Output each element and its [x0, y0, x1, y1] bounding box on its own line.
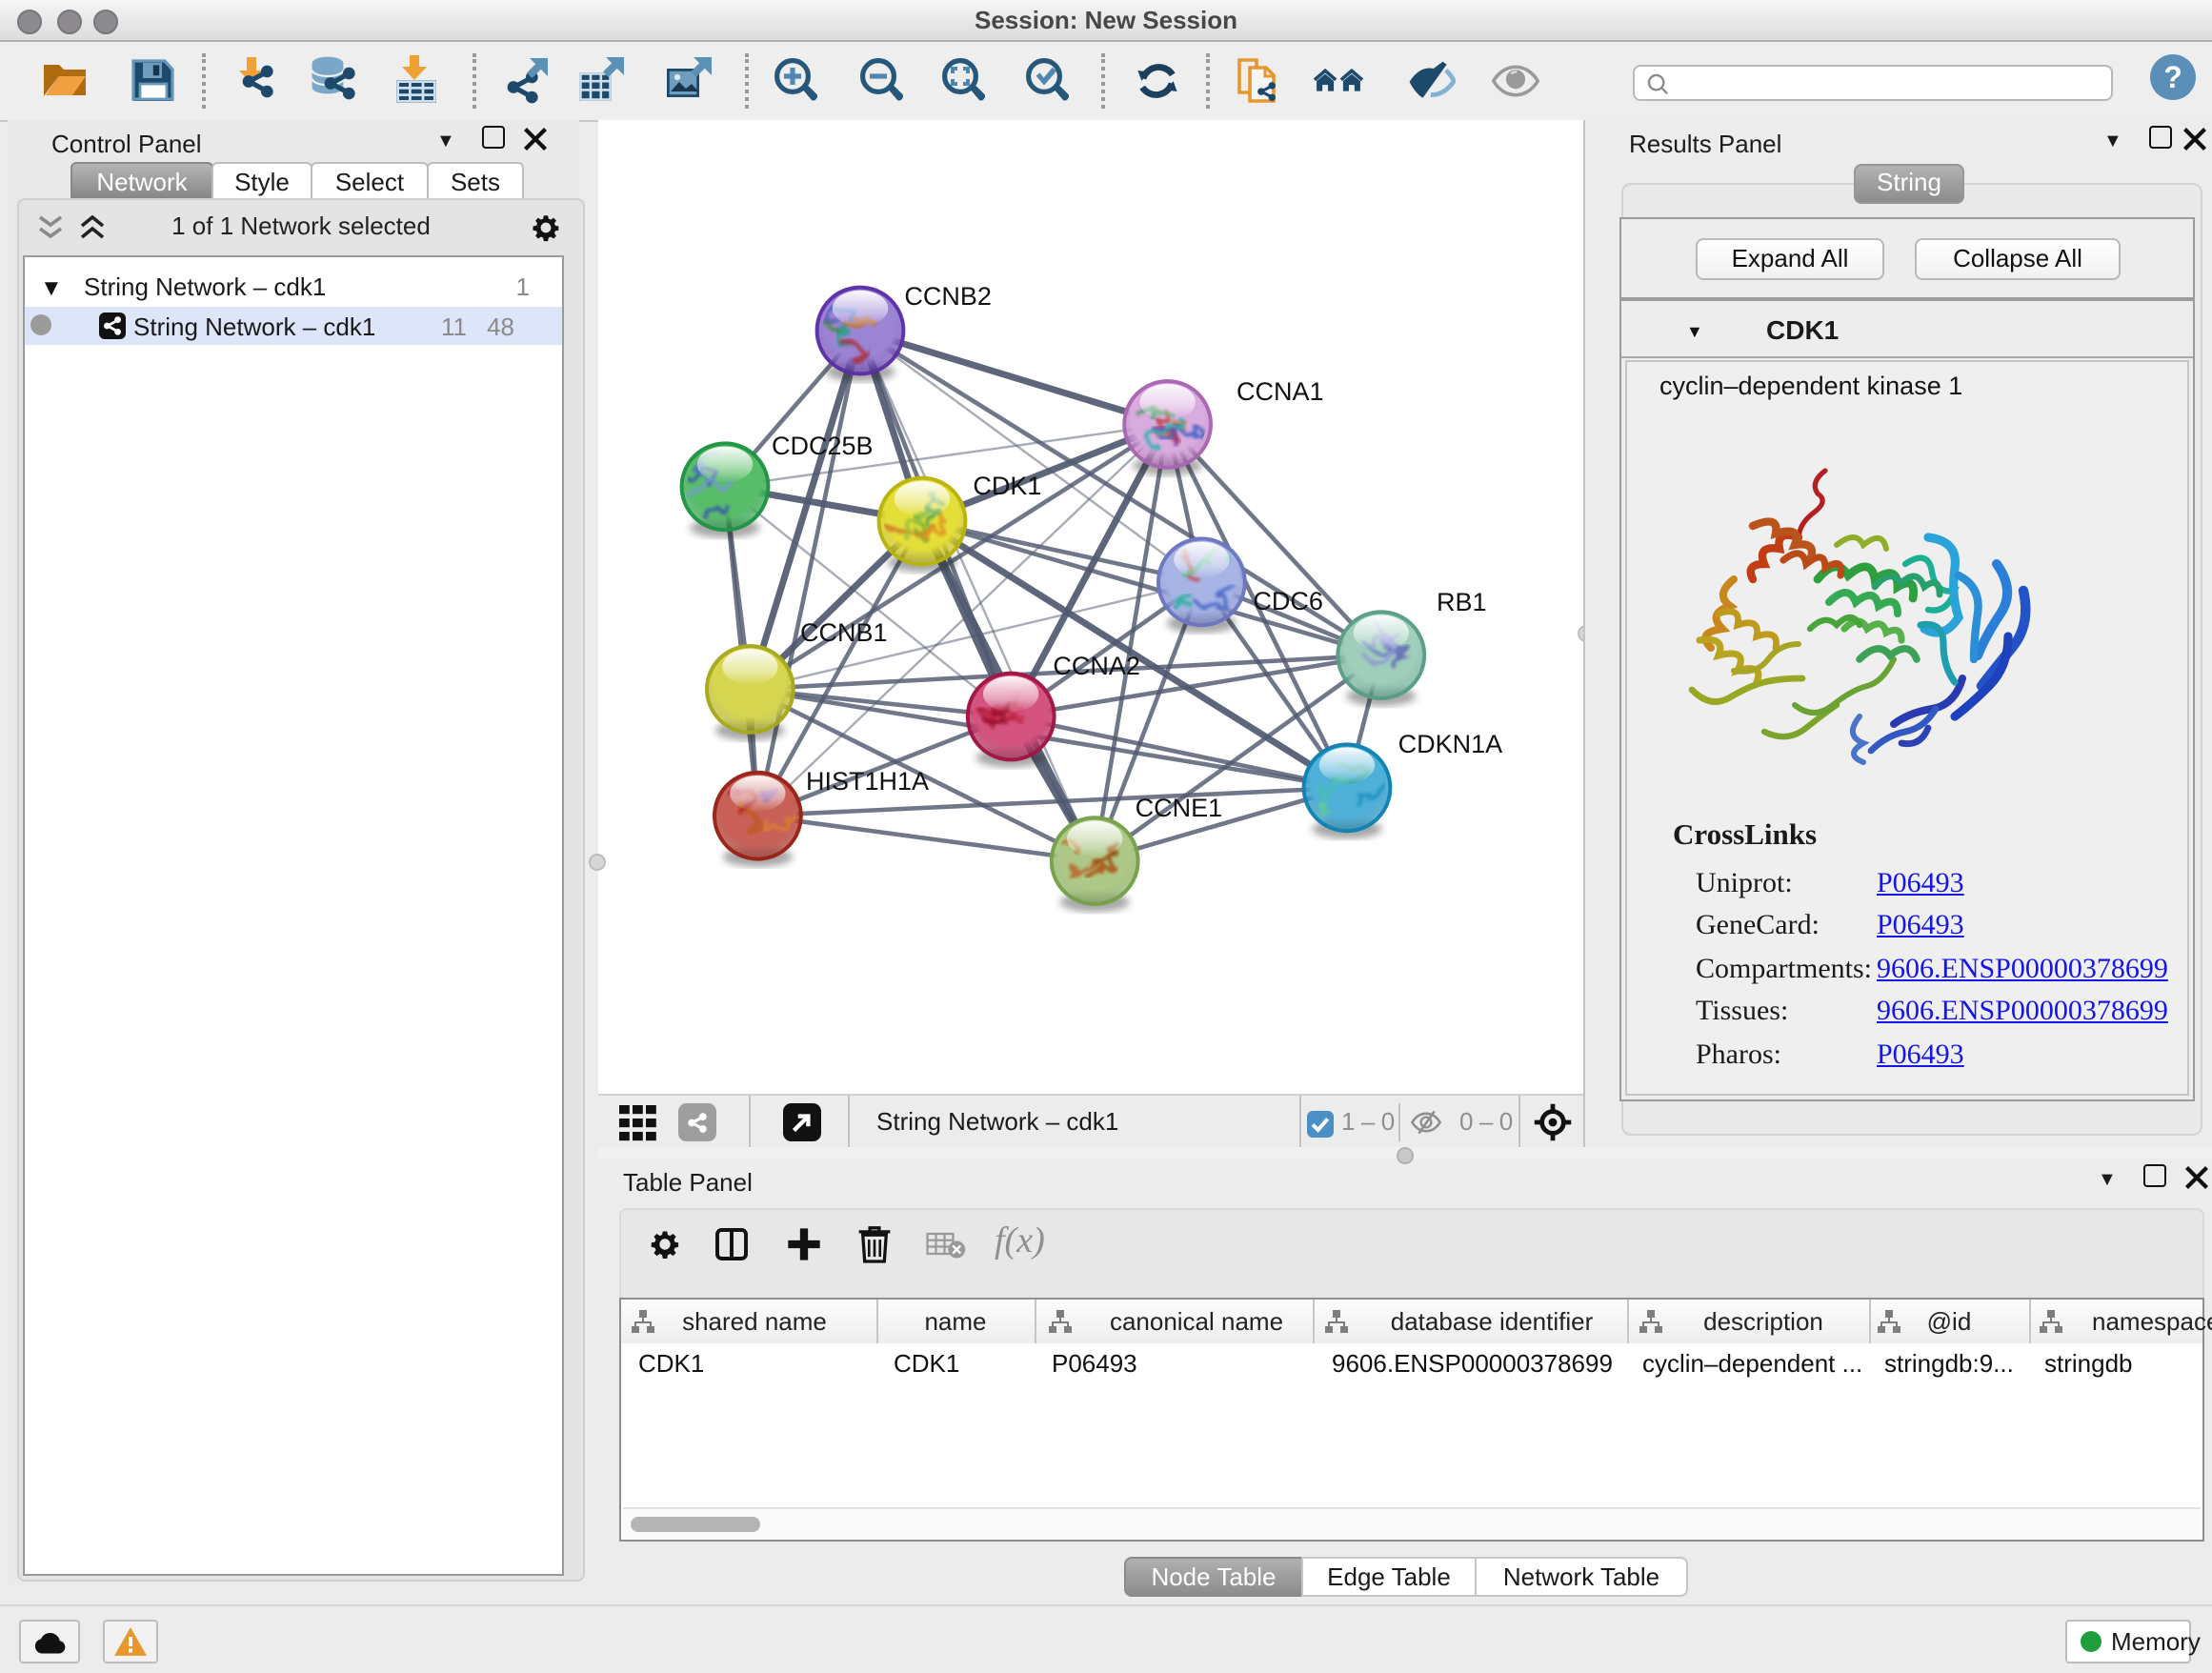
svg-text:HIST1H1A: HIST1H1A — [806, 767, 929, 796]
svg-text:RB1: RB1 — [1437, 588, 1487, 616]
svg-text:CDC25B: CDC25B — [772, 432, 874, 460]
svg-text:CCNE1: CCNE1 — [1136, 794, 1223, 822]
svg-text:CCNA2: CCNA2 — [1053, 652, 1140, 680]
svg-text:?: ? — [2163, 60, 2182, 94]
svg-text:CDKN1A: CDKN1A — [1398, 730, 1503, 758]
svg-text:CCNB2: CCNB2 — [904, 282, 992, 311]
svg-text:CCNA1: CCNA1 — [1237, 377, 1324, 406]
svg-text:CDC6: CDC6 — [1253, 587, 1323, 615]
svg-text:CDK1: CDK1 — [973, 472, 1041, 500]
svg-text:CCNB1: CCNB1 — [800, 618, 888, 647]
